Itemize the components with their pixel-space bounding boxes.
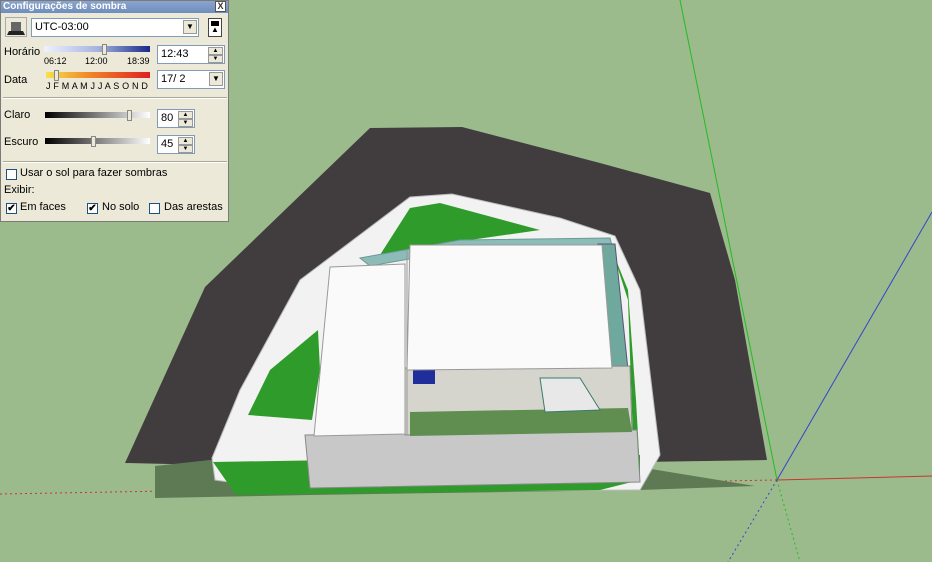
date-label: Data [4, 74, 28, 86]
dark-label: Escuro [4, 136, 39, 148]
shadow-toggle-icon[interactable] [5, 17, 27, 37]
red-axis [776, 475, 932, 481]
dark-up-icon[interactable]: ▲ [178, 137, 193, 145]
light-label: Claro [4, 109, 31, 121]
dialog-collapse-icon[interactable]: ▲ [208, 18, 222, 37]
left-roof-slab [313, 263, 406, 437]
main-roof-slab [406, 244, 613, 371]
time-slider[interactable] [44, 46, 150, 52]
light-down-icon[interactable]: ▼ [178, 119, 193, 127]
on-faces-checkbox[interactable]: ✔ [6, 203, 17, 214]
time-value: 12:43 [161, 48, 189, 60]
dark-value: 45 [161, 138, 174, 150]
date-select[interactable]: 17/ 2 ▼ [157, 70, 225, 89]
building-green-floor [410, 408, 632, 436]
time-tick-start: 06:12 [44, 56, 67, 66]
separator [3, 97, 227, 99]
from-edges-checkbox[interactable] [149, 203, 160, 214]
date-value: 17/ 2 [161, 73, 186, 85]
interior-blue-element [413, 370, 435, 384]
display-label: Exibir: [4, 184, 35, 196]
dark-slider[interactable] [45, 138, 150, 144]
light-slider-thumb[interactable] [127, 110, 132, 121]
light-input[interactable]: 80 ▲ ▼ [157, 109, 195, 128]
timezone-value: UTC-03:00 [35, 21, 89, 33]
blue-axis [776, 211, 932, 481]
light-value: 80 [161, 112, 174, 124]
on-ground-checkbox[interactable]: ✔ [87, 203, 98, 214]
date-slider-thumb[interactable] [54, 70, 59, 81]
dark-slider-thumb[interactable] [91, 136, 96, 147]
on-ground-label: No solo [102, 201, 140, 213]
chevron-down-icon[interactable]: ▼ [209, 72, 223, 86]
shadow-settings-dialog: Configurações de sombra X UTC-03:00 ▼ ▲ … [0, 0, 229, 222]
chevron-down-icon[interactable]: ▼ [183, 20, 197, 34]
time-tick-end: 18:39 [127, 56, 150, 66]
light-up-icon[interactable]: ▲ [178, 111, 193, 119]
on-faces-label: Em faces [20, 201, 66, 213]
timezone-select[interactable]: UTC-03:00 ▼ [31, 18, 199, 37]
use-sun-label: Usar o sol para fazer sombras [20, 167, 168, 179]
date-slider[interactable] [46, 72, 150, 78]
time-input[interactable]: 12:43 ▲ ▼ [157, 45, 225, 64]
close-button[interactable]: X [215, 1, 226, 12]
green-axis-dotted [776, 479, 801, 562]
use-sun-checkbox[interactable] [6, 169, 17, 180]
from-edges-label: Das arestas [164, 201, 223, 213]
dark-input[interactable]: 45 ▲ ▼ [157, 135, 195, 154]
time-down-icon[interactable]: ▼ [208, 55, 223, 63]
separator [3, 161, 227, 163]
light-slider[interactable] [45, 112, 150, 118]
dialog-title: Configurações de sombra [1, 1, 228, 13]
month-letters: J F M A M J J A S O N D [46, 81, 149, 91]
time-tick-mid: 12:00 [85, 56, 108, 66]
building-front-wall [304, 429, 641, 489]
time-up-icon[interactable]: ▲ [208, 47, 223, 55]
time-label: Horário [4, 46, 41, 58]
time-slider-thumb[interactable] [102, 44, 107, 55]
dark-down-icon[interactable]: ▼ [178, 145, 193, 153]
blue-axis-dotted [727, 479, 778, 562]
